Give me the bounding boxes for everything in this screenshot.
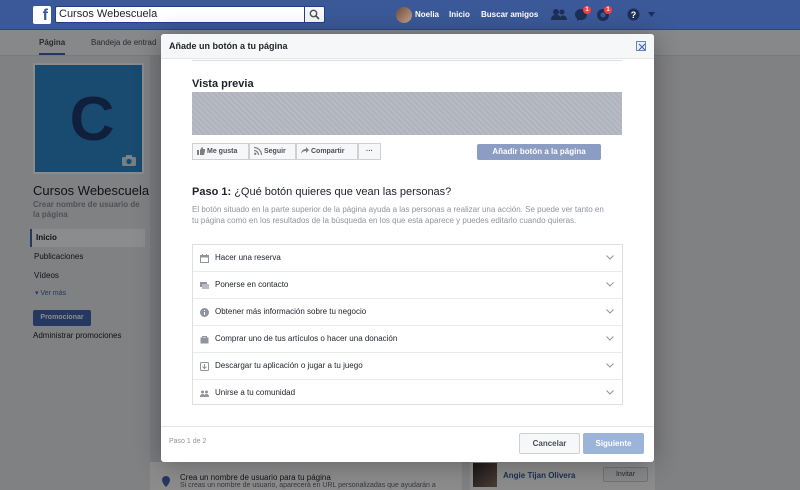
chevron-down-icon <box>606 363 614 368</box>
cancel-button[interactable]: Cancelar <box>519 433 580 454</box>
preview-share-button: Compartir <box>296 143 358 160</box>
step-heading: Paso 1: ¿Qué botón quieres que vean las … <box>192 186 451 198</box>
profile-link[interactable]: Noelia <box>415 10 439 19</box>
option-label: Unirse a tu comunidad <box>215 388 296 397</box>
dialog-header: Añade un botón a tu página <box>161 34 654 59</box>
search-input[interactable]: Cursos Webescuela <box>55 6 305 23</box>
home-link[interactable]: Inicio <box>449 10 470 19</box>
find-friends-link[interactable]: Buscar amigos <box>481 10 538 19</box>
add-button-dialog: Añade un botón a tu página Vista previa … <box>161 34 654 462</box>
add-button-to-page-button[interactable]: Añadir botón a la página <box>477 144 601 160</box>
chevron-down-icon <box>606 282 614 287</box>
share-label: Compartir <box>311 148 345 155</box>
svg-text:?: ? <box>631 10 637 20</box>
help-icon[interactable]: ? <box>627 8 640 21</box>
account-menu-icon[interactable] <box>648 12 655 17</box>
share-icon <box>301 147 309 155</box>
chevron-down-icon <box>606 336 614 341</box>
option-more-info[interactable]: Obtener más información sobre tu negocio <box>193 299 622 326</box>
option-label: Descargar tu aplicación o jugar a tu jue… <box>215 361 363 370</box>
search-icon <box>309 9 320 20</box>
step-description: El botón situado en la parte superior de… <box>192 205 604 225</box>
calendar-icon <box>200 254 209 263</box>
option-label: Obtener más información sobre tu negocio <box>215 307 367 316</box>
shopping-bag-icon <box>200 336 209 344</box>
follow-label: Seguir <box>264 148 286 155</box>
messages-badge: 1 <box>583 6 591 14</box>
footer-divider <box>161 426 654 427</box>
chevron-down-icon <box>606 390 614 395</box>
step-counter: Paso 1 de 2 <box>169 438 207 445</box>
preview-more-button: ··· <box>358 143 381 160</box>
option-label: Ponerse en contacto <box>215 280 289 289</box>
dialog-title: Añade un botón a tu página <box>169 41 288 51</box>
divider <box>192 60 622 61</box>
chevron-down-icon <box>606 309 614 314</box>
friend-requests-icon[interactable] <box>551 8 567 21</box>
close-button[interactable] <box>636 41 646 51</box>
option-download-app[interactable]: Descargar tu aplicación o jugar a tu jue… <box>193 353 622 380</box>
preview-cover <box>192 92 622 135</box>
info-icon <box>200 308 209 317</box>
option-join-community[interactable]: Unirse a tu comunidad <box>193 380 622 407</box>
preview-like-button: Me gusta <box>192 143 249 160</box>
chat-icon <box>200 282 209 289</box>
people-icon <box>200 390 209 397</box>
like-icon <box>197 147 205 156</box>
step-prefix: Paso 1: <box>192 186 232 198</box>
chevron-down-icon <box>606 255 614 260</box>
search-button[interactable] <box>304 6 325 23</box>
top-bar: f Cursos Webescuela Noelia Inicio Buscar… <box>0 0 800 30</box>
rss-icon <box>253 147 263 156</box>
like-label: Me gusta <box>207 148 238 155</box>
option-contact[interactable]: Ponerse en contacto <box>193 272 622 299</box>
option-label: Comprar uno de tus artículos o hacer una… <box>215 334 398 343</box>
more-label: ··· <box>366 148 373 155</box>
facebook-logo[interactable]: f <box>33 6 51 24</box>
user-avatar[interactable] <box>396 7 412 23</box>
option-make-reservation[interactable]: Hacer una reserva <box>193 245 622 272</box>
close-icon <box>638 43 646 51</box>
step-question: ¿Qué botón quieres que vean las personas… <box>234 186 452 198</box>
option-shop-donate[interactable]: Comprar uno de tus artículos o hacer una… <box>193 326 622 353</box>
option-label: Hacer una reserva <box>215 253 281 262</box>
button-options-list: Hacer una reserva Ponerse en contacto Ob… <box>192 244 623 405</box>
download-icon <box>200 362 209 371</box>
preview-heading: Vista previa <box>192 78 254 90</box>
preview-follow-button: Seguir <box>249 143 296 160</box>
next-button[interactable]: Siguiente <box>583 433 644 454</box>
notifications-badge: 1 <box>604 6 612 14</box>
